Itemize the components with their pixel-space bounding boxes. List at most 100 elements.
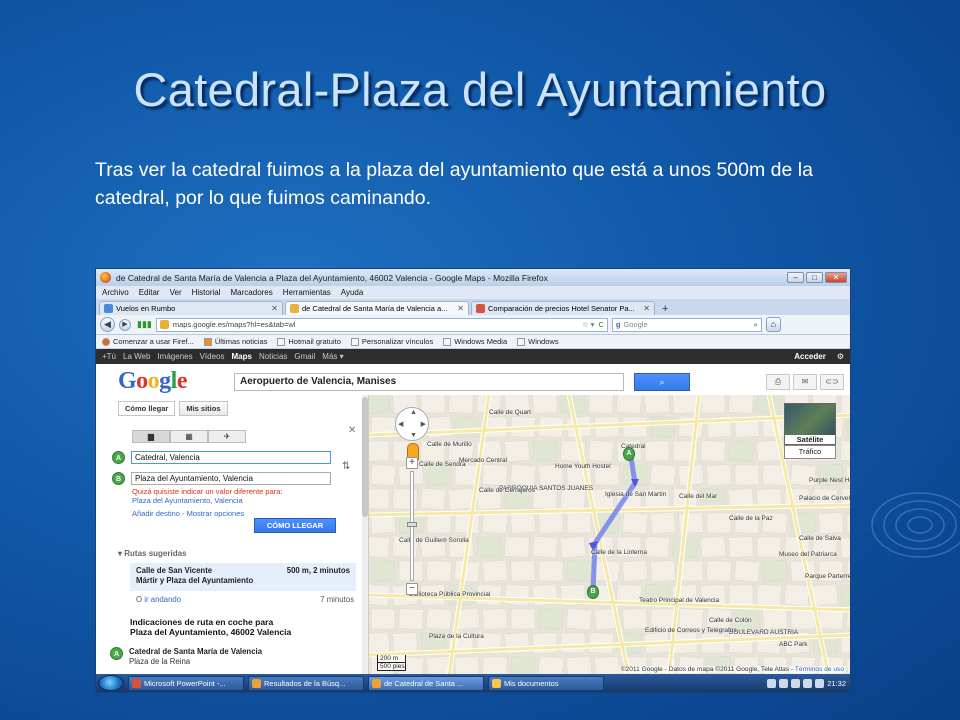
pan-right-icon[interactable]: ▶ [421, 420, 426, 428]
gbar-videos[interactable]: Vídeos [200, 352, 225, 361]
print-icon[interactable]: ⎙ [766, 373, 790, 390]
pan-left-icon[interactable]: ◀ [398, 420, 403, 428]
menu-ver[interactable]: Ver [170, 288, 182, 297]
volume-icon[interactable] [815, 678, 825, 688]
walk-link[interactable]: ir andando [144, 595, 181, 604]
origin-input[interactable]: Catedral, Valencia [131, 451, 331, 464]
menu-editar[interactable]: Editar [139, 288, 160, 297]
add-destination-link[interactable]: Añadir destino - Mostrar opciones [132, 509, 368, 518]
pan-control[interactable]: ▲ ▼ ◀ ▶ [395, 407, 429, 441]
link-icon[interactable]: ⊂⊃ [820, 373, 844, 390]
pan-down-icon[interactable]: ▼ [410, 432, 417, 439]
tray-icon[interactable] [767, 678, 777, 688]
transit-mode-icon[interactable]: ▦ [170, 430, 208, 443]
tab-maps[interactable]: de Catedral de Santa María de Valencia a… [285, 301, 469, 315]
zoom-slider-knob[interactable] [407, 522, 417, 527]
gbar-news[interactable]: Noticias [259, 352, 287, 361]
directions-tab-button[interactable]: Cómo llegar [118, 401, 176, 416]
tab-close-icon[interactable]: ✕ [643, 304, 650, 313]
start-button-icon[interactable] [98, 675, 124, 691]
login-link[interactable]: Acceder [794, 352, 826, 361]
satellite-button[interactable]: Satélite [784, 403, 836, 445]
gbar-maps[interactable]: Maps [232, 352, 252, 361]
warning-link[interactable]: Plaza del Ayuntamiento, Valencia [132, 496, 368, 505]
menu-archivo[interactable]: Archivo [102, 288, 129, 297]
swap-arrows-icon[interactable]: ⇅ [342, 461, 350, 472]
car-mode-icon[interactable]: ▆ [132, 430, 170, 443]
bookmark-item[interactable]: Personalizar vínculos [350, 337, 433, 346]
close-icon[interactable]: ✕ [348, 425, 356, 436]
gbar-plus-tu[interactable]: +Tú [102, 352, 116, 361]
bookmark-item[interactable]: Windows [517, 337, 559, 346]
tab-hotel[interactable]: Comparación de precios Hotel Senator Pa.… [471, 301, 655, 315]
tab-vuelos[interactable]: Vuelos en Rumbo ✕ [99, 301, 283, 315]
map-street-label: Teatro Principal de Valencia [639, 597, 720, 604]
zoom-in-button[interactable]: + [406, 457, 418, 469]
google-logo[interactable]: Google [118, 368, 214, 395]
bookmark-item[interactable]: Windows Media [443, 337, 507, 346]
map-street-label: Mercado Central [459, 457, 508, 464]
taskbar-item-results[interactable]: Resultados de la Búsq... [248, 675, 364, 691]
gear-icon[interactable]: ⚙ [837, 352, 844, 361]
terms-link[interactable]: Términos de uso [795, 666, 844, 673]
menu-marcadores[interactable]: Marcadores [231, 288, 273, 297]
map-view[interactable]: Calle de Quart Calle de Murillo Calle de S… [369, 395, 850, 677]
new-tab-button[interactable]: + [657, 303, 673, 315]
menu-ayuda[interactable]: Ayuda [341, 288, 364, 297]
email-icon[interactable]: ✉ [793, 373, 817, 390]
tray-icon[interactable] [779, 678, 789, 688]
maps-search-button[interactable]: ⌕ [634, 372, 690, 391]
suggested-routes-heading[interactable]: ▾ Rutas sugeridas [118, 549, 187, 558]
bookmark-item[interactable]: Comenzar a usar Firef... [102, 337, 194, 346]
minimize-button[interactable]: – [787, 272, 804, 283]
route-option-selected[interactable]: Calle de San Vicente 500 m, 2 minutos Már… [130, 563, 356, 591]
pan-up-icon[interactable]: ▲ [410, 409, 417, 416]
bookmark-star-icon[interactable]: ☆ ▾ [582, 320, 595, 329]
my-places-button[interactable]: Mis sitios [179, 401, 228, 416]
maps-search-input[interactable]: Aeropuerto de Valencia, Manises [234, 372, 624, 391]
tray-icon[interactable] [791, 678, 801, 688]
map-street-label: Calle de Salva [799, 535, 841, 542]
bookmark-item[interactable]: Hotmail gratuito [277, 337, 341, 346]
home-button[interactable]: ⌂ [765, 317, 781, 332]
tab-close-icon[interactable]: ✕ [457, 304, 464, 313]
clock[interactable]: 21:32 [827, 679, 846, 688]
forward-button[interactable]: ▶ [119, 318, 131, 331]
url-bar[interactable]: maps.google.es/maps?hl=es&tab=wl ☆ ▾ C [155, 317, 608, 332]
zoom-out-button[interactable]: − [406, 583, 418, 595]
zoom-slider[interactable] [407, 471, 417, 581]
tab-close-icon[interactable]: ✕ [271, 304, 278, 313]
gbar-gmail[interactable]: Gmail [294, 352, 315, 361]
map-street-label: Calle de la Linterna [591, 549, 648, 556]
menu-historial[interactable]: Historial [192, 288, 221, 297]
destination-input[interactable]: Plaza del Ayuntamiento, Valencia [131, 472, 331, 485]
map-street-label: Calle de la Paz [729, 515, 773, 522]
taskbar-item-maps[interactable]: de Catedral de Santa ... [368, 675, 484, 691]
gbar-more[interactable]: Más ▾ [322, 352, 343, 361]
back-button[interactable]: ◀ [100, 317, 115, 332]
get-directions-button[interactable]: CÓMO LLEGAR [254, 518, 336, 533]
tab-bar: Vuelos en Rumbo ✕ de Catedral de Santa M… [96, 299, 850, 315]
firefox-icon [372, 678, 381, 688]
browser-search-box[interactable]: g Google ⌕ [611, 317, 762, 332]
map-pin-a-icon[interactable]: A [623, 447, 635, 461]
gbar-images[interactable]: Imágenes [157, 352, 192, 361]
gbar-web[interactable]: La Web [123, 352, 150, 361]
menu-herramientas[interactable]: Herramientas [283, 288, 331, 297]
reload-icon[interactable]: C [598, 320, 606, 329]
close-button[interactable]: ✕ [825, 272, 847, 283]
traffic-button[interactable]: Tráfico [784, 445, 836, 459]
directions-heading: Indicaciones de ruta en coche para Plaza… [130, 617, 292, 637]
maximize-button[interactable]: □ [806, 272, 823, 283]
map-pin-b-icon[interactable]: B [587, 585, 599, 599]
tray-icon[interactable] [803, 678, 813, 688]
window-titlebar[interactable]: de Catedral de Santa María de Valencia a… [96, 269, 850, 286]
walk-mode-icon[interactable]: ✈ [208, 430, 246, 443]
windows-taskbar: Microsoft PowerPoint -... Resultados de … [96, 674, 850, 692]
map-street-label: BOULEVARD AUSTRIA [729, 629, 799, 636]
bookmark-item[interactable]: Últimas noticias [203, 337, 267, 346]
panel-scrollbar[interactable] [362, 395, 368, 677]
taskbar-item-documents[interactable]: Mis documentos [488, 675, 604, 691]
search-icon[interactable]: ⌕ [754, 320, 761, 330]
taskbar-item-powerpoint[interactable]: Microsoft PowerPoint -... [128, 675, 244, 691]
